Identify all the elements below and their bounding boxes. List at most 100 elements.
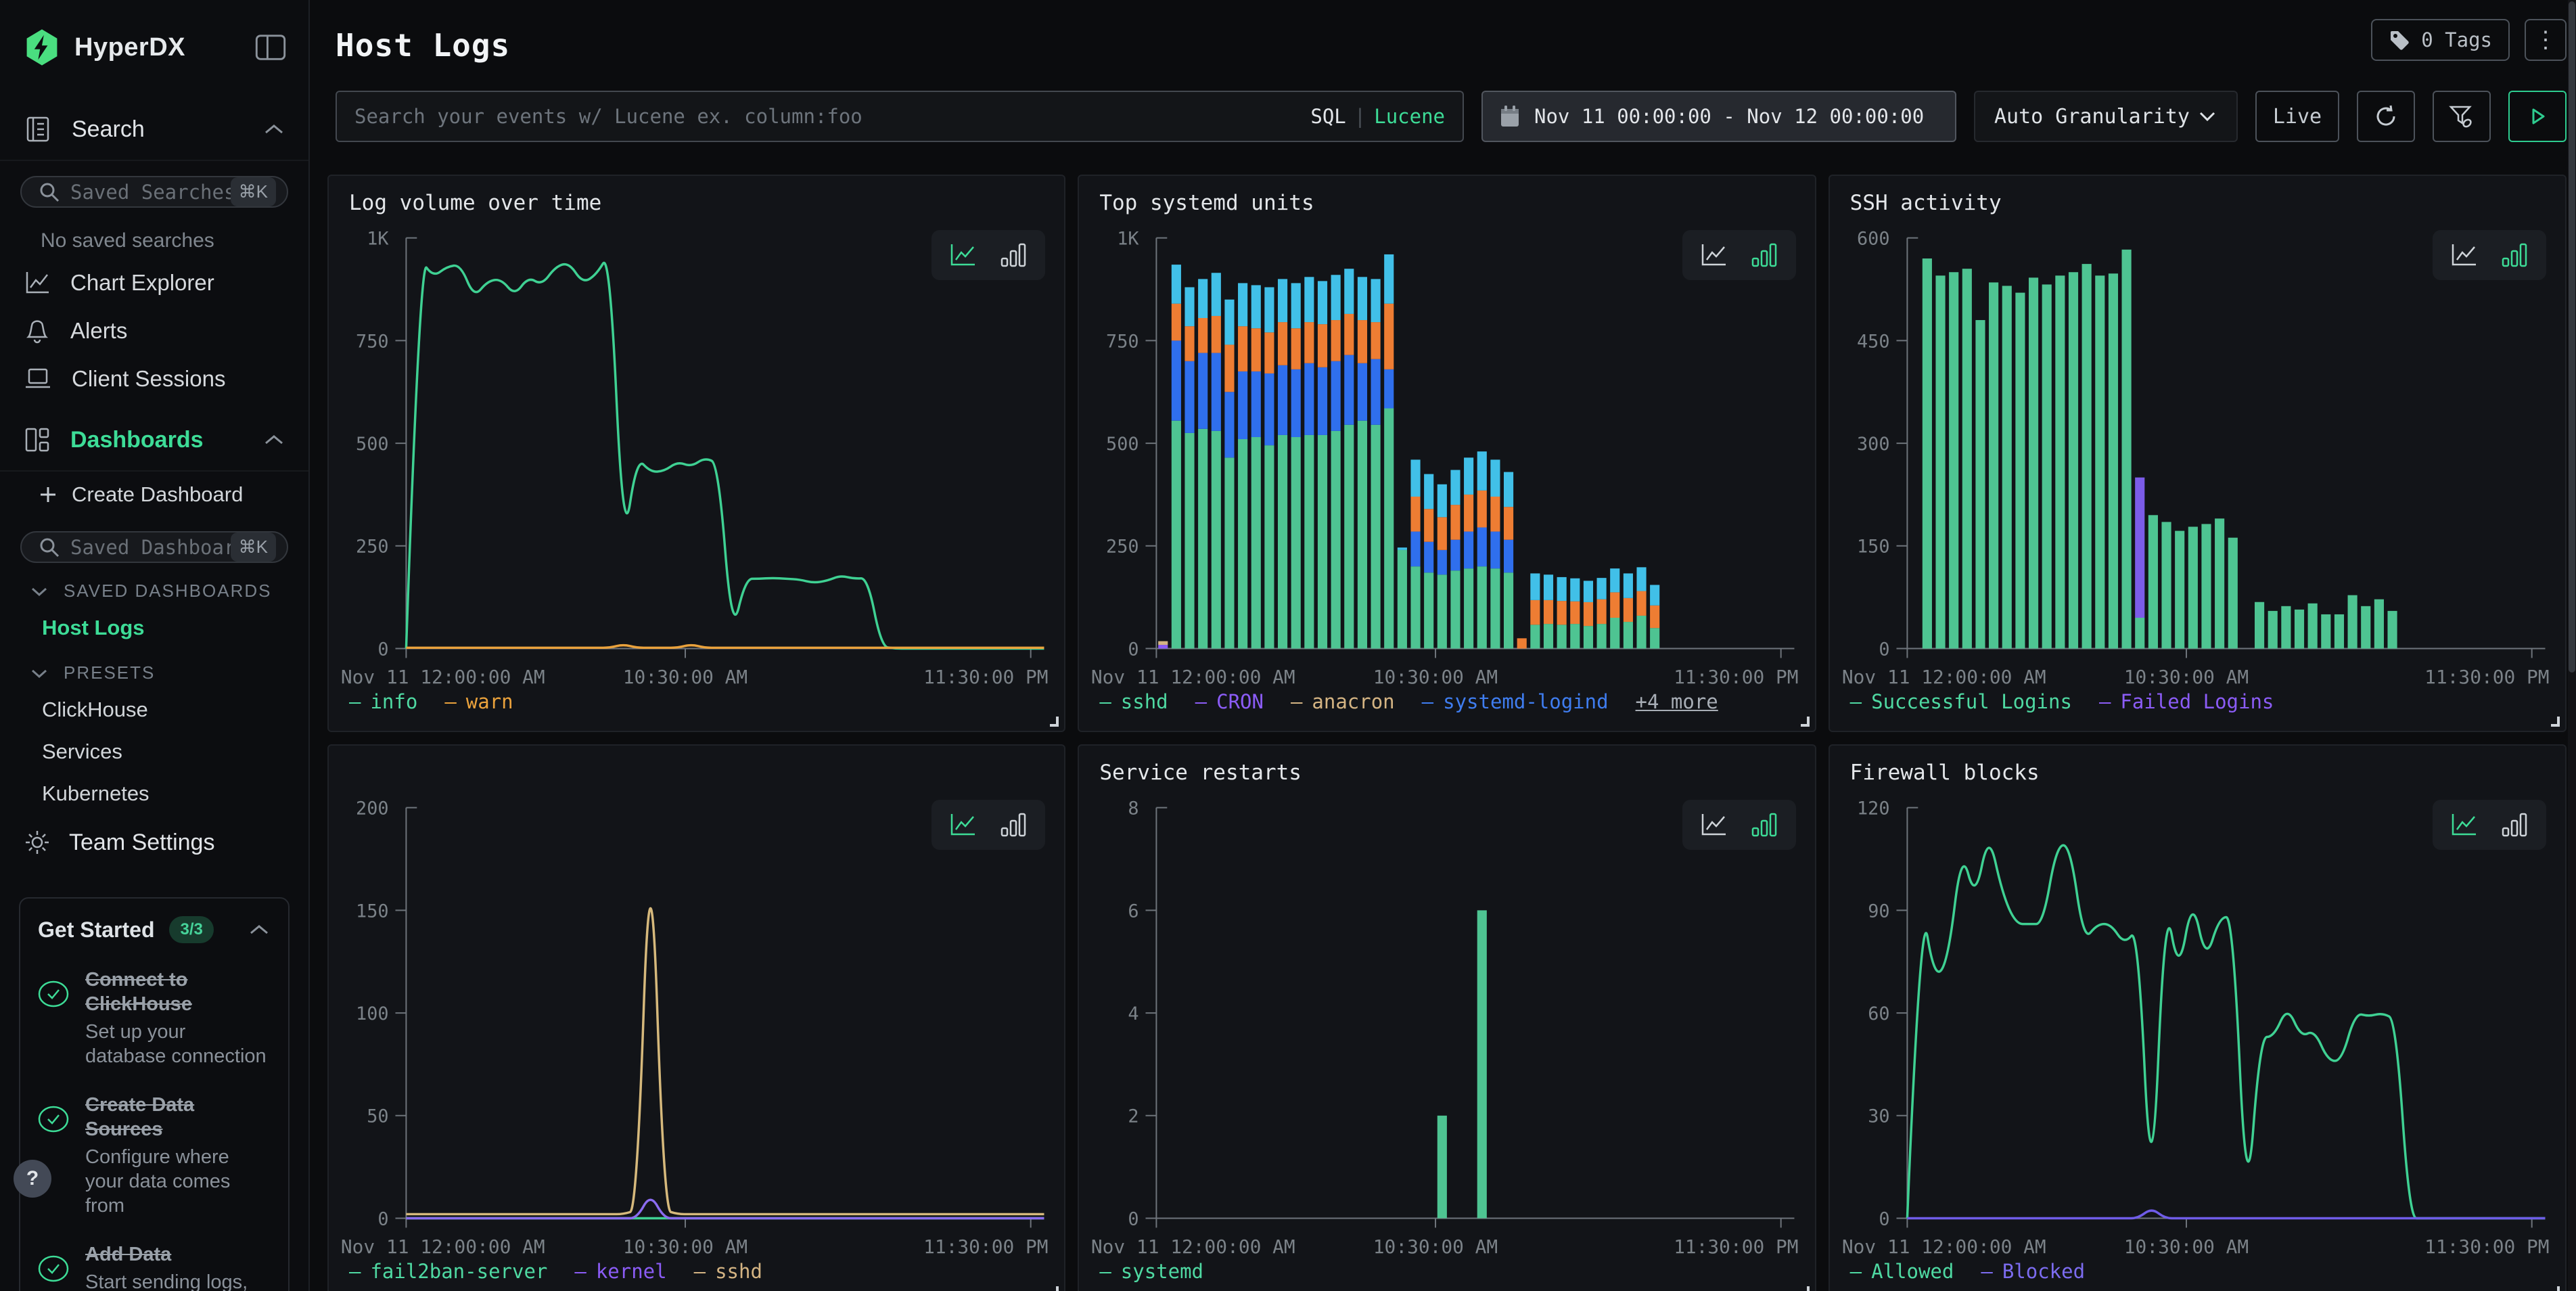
svg-text:300: 300 [1857,434,1890,455]
presets-section-header[interactable]: PRESETS [0,649,308,689]
sidebar-item-alerts[interactable]: Alerts [0,307,308,355]
sidebar-item-services[interactable]: Services [0,731,308,773]
line-chart-toggle-icon[interactable] [948,241,979,269]
bar-chart-toggle-icon[interactable] [2500,241,2530,269]
svg-text:0: 0 [377,1208,388,1229]
sidebar-item-dashboards[interactable]: Dashboards [0,409,308,470]
sidebar-item-host-logs[interactable]: Host Logs [0,607,308,649]
saved-searches-input[interactable] [70,181,231,204]
chevron-up-icon [262,432,285,447]
bar-chart-toggle-icon[interactable] [1750,811,1780,839]
shortcut-badge: ⌘K [231,533,276,562]
bar-chart-toggle-icon[interactable] [1750,241,1780,269]
line-chart-toggle-icon[interactable] [1699,241,1730,269]
line-chart-toggle-icon[interactable] [1699,811,1730,839]
filter-button[interactable] [2433,91,2491,142]
line-chart-toggle-icon[interactable] [948,811,979,839]
svg-text:150: 150 [356,901,388,922]
create-dashboard-label: Create Dashboard [72,482,243,507]
chart-legend: —fail2ban-server —kernel — sshd [349,1260,762,1283]
event-search-input[interactable] [354,105,1310,128]
card-resize-handle[interactable] [1801,1286,1810,1291]
plus-icon [38,484,58,505]
granularity-select[interactable]: Auto Granularity [1974,91,2238,142]
step-title: Add Data [85,1242,271,1267]
chart-explorer-icon [23,269,51,296]
card-resize-handle[interactable] [2551,717,2560,727]
mode-separator: | [1346,105,1374,128]
svg-text:11:30:00 PM: 11:30:00 PM [1674,1236,1798,1258]
check-circle-icon [38,1253,69,1284]
sidebar-item-label: Search [72,116,262,143]
legend-item: —systemd [1099,1260,1203,1283]
card-resize-handle[interactable] [1050,717,1059,727]
sidebar-item-clickhouse[interactable]: ClickHouse [0,689,308,731]
sidebar-item-label: Dashboards [70,427,262,453]
legend-swatch: — [694,1260,706,1283]
get-started-step[interactable]: Connect to ClickHouse Set up your databa… [38,968,271,1068]
card-resize-handle[interactable] [1801,717,1810,727]
sidebar-item-team-settings[interactable]: Team Settings [0,815,308,870]
run-query-button[interactable] [2508,91,2567,142]
get-started-title: Get Started [38,918,154,943]
refresh-button[interactable] [2357,91,2415,142]
svg-text:10:30:00 AM: 10:30:00 AM [2123,666,2248,688]
svg-text:30: 30 [1868,1106,1889,1127]
help-button[interactable]: ? [14,1160,51,1198]
legend-item: —warn [444,690,513,713]
svg-text:10:30:00 AM: 10:30:00 AM [2123,1236,2248,1258]
saved-dashboards-input[interactable] [70,536,231,559]
chart-legend: —Allowed—Blocked [1850,1260,2085,1283]
svg-text:2: 2 [1128,1106,1139,1127]
legend-label: sshd [715,1260,762,1283]
legend-label: fail2ban-server [370,1260,547,1283]
bar-chart-toggle-icon[interactable] [999,241,1029,269]
legend-item: —kernel [574,1260,666,1283]
line-chart-toggle-icon[interactable] [2449,241,2480,269]
legend-more-link[interactable]: +4 more [1636,690,1718,713]
lucene-mode-toggle[interactable]: Lucene [1374,105,1445,128]
dashboard-menu-button[interactable]: ⋮ [2525,19,2567,61]
get-started-step[interactable]: Add Data Start sending logs, metrics, or… [38,1242,271,1291]
create-dashboard-button[interactable]: Create Dashboard [0,472,308,516]
legend-item: —fail2ban-server [349,1260,547,1283]
card-resize-handle[interactable] [1050,1286,1059,1291]
legend-swatch: — [1291,690,1302,713]
svg-text:500: 500 [356,434,388,455]
play-icon [2526,105,2549,128]
legend-label: systemd [1121,1260,1203,1283]
event-search-box[interactable]: SQL|Lucene [336,91,1464,142]
sidebar-item-chart-explorer[interactable]: Chart Explorer [0,259,308,307]
live-button[interactable]: Live [2255,91,2339,142]
saved-dashboards-section-header[interactable]: SAVED DASHBOARDS [0,567,308,607]
bar-chart-toggle-icon[interactable] [999,811,1029,839]
svg-text:750: 750 [356,331,388,352]
search-icon [38,181,61,204]
kebab-menu-icon: ⋮ [2534,26,2557,53]
saved-searches-searchbox[interactable]: ⌘K [20,176,288,208]
chart-card-service-restarts: Service restarts86420Nov 11 12:00:00 AM1… [1078,744,1816,1291]
legend-label: Blocked [2002,1260,2085,1283]
scrollbar[interactable] [2568,0,2576,1291]
sidebar-item-search[interactable]: Search [0,99,308,160]
chevron-up-icon[interactable] [248,922,271,937]
card-resize-handle[interactable] [2551,1286,2560,1291]
legend-item: —Blocked [1981,1260,2085,1283]
get-started-step[interactable]: Create Data Sources Configure where your… [38,1093,271,1218]
collapse-sidebar-icon[interactable] [253,32,288,63]
bar-chart-toggle-icon[interactable] [2500,811,2530,839]
logo-row: HyperDX [0,0,308,66]
sidebar-item-client-sessions[interactable]: Client Sessions [0,355,308,403]
saved-dashboards-searchbox[interactable]: ⌘K [20,531,288,563]
legend-label: sshd [1121,690,1168,713]
tags-button[interactable]: 0 Tags [2371,19,2510,61]
tag-icon [2389,29,2410,51]
sidebar-item-kubernetes[interactable]: Kubernetes [0,773,308,815]
svg-text:11:30:00 PM: 11:30:00 PM [1674,666,1798,688]
line-chart-toggle-icon[interactable] [2449,811,2480,839]
scrollbar-thumb[interactable] [2569,1,2575,673]
shortcut-badge: ⌘K [231,177,276,206]
sql-mode-toggle[interactable]: SQL [1310,105,1346,128]
date-range-picker[interactable]: Nov 11 00:00:00 - Nov 12 00:00:00 [1481,91,1956,142]
legend-item: — sshd [694,1260,762,1283]
